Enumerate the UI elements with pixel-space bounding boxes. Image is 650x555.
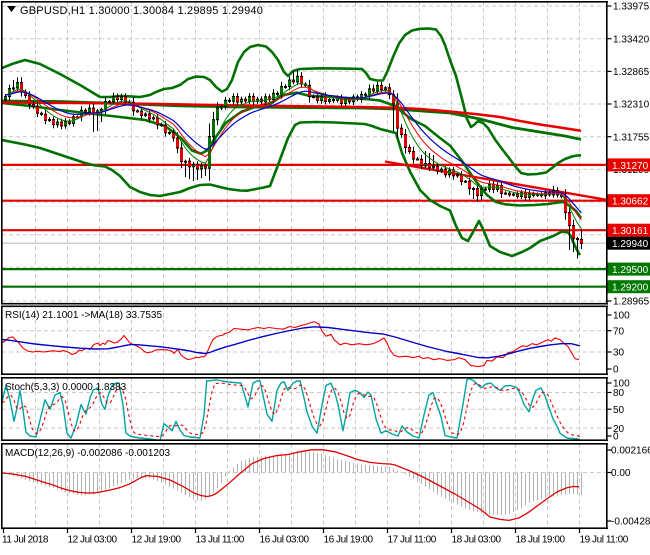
svg-text:1.28965: 1.28965: [613, 297, 650, 308]
svg-text:12 Jul 03:00: 12 Jul 03:00: [68, 535, 118, 546]
svg-text:1.33420: 1.33420: [613, 34, 650, 45]
svg-text:18 Jul 19:00: 18 Jul 19:00: [516, 535, 566, 546]
svg-text:1.29500: 1.29500: [612, 265, 649, 276]
svg-text:17 Jul 11:00: 17 Jul 11:00: [388, 535, 437, 546]
svg-text:19 Jul 11:00: 19 Jul 11:00: [580, 535, 629, 546]
svg-text:Stoch(5,3,3) 0.0000 1.8383: Stoch(5,3,3) 0.0000 1.8383: [5, 382, 127, 393]
svg-text:1.31755: 1.31755: [613, 132, 650, 143]
svg-text:80: 80: [613, 388, 625, 399]
svg-text:GBPUSD,H1 1.30000 1.30084 1.2: GBPUSD,H1 1.30000 1.30084 1.29895 1.2994…: [20, 5, 263, 17]
svg-text:70: 70: [613, 326, 625, 337]
svg-text:18 Jul 03:00: 18 Jul 03:00: [452, 535, 502, 546]
svg-text:1.31270: 1.31270: [612, 161, 649, 172]
svg-text:0.002166: 0.002166: [611, 446, 650, 457]
svg-text:16 Jul 03:00: 16 Jul 03:00: [260, 535, 310, 546]
svg-text:16 Jul 19:00: 16 Jul 19:00: [324, 535, 374, 546]
svg-text:13 Jul 11:00: 13 Jul 11:00: [196, 535, 245, 546]
svg-text:100: 100: [613, 311, 630, 322]
svg-text:1.32310: 1.32310: [613, 100, 650, 111]
svg-text:0: 0: [613, 432, 619, 443]
svg-text:11 Jul 2018: 11 Jul 2018: [2, 535, 49, 546]
svg-text:30: 30: [613, 348, 625, 359]
svg-text:1.32865: 1.32865: [613, 67, 650, 78]
svg-text:1.30161: 1.30161: [612, 226, 649, 237]
svg-text:-0.004287: -0.004287: [611, 517, 650, 528]
svg-text:50: 50: [613, 405, 625, 416]
svg-text:1.29200: 1.29200: [612, 283, 649, 294]
svg-text:MACD(12,26,9) -0.002086 -0.001: MACD(12,26,9) -0.002086 -0.001203: [5, 448, 171, 459]
svg-text:1.29940: 1.29940: [612, 239, 649, 250]
svg-text:1.33975: 1.33975: [613, 2, 650, 13]
svg-text:0.00: 0.00: [611, 468, 631, 479]
svg-text:1.30662: 1.30662: [612, 197, 649, 208]
svg-text:0: 0: [613, 365, 619, 376]
svg-text:12 Jul 19:00: 12 Jul 19:00: [132, 535, 182, 546]
svg-text:RSI(14) 21.1001 ->MA(18) 33.7: RSI(14) 21.1001 ->MA(18) 33.7535: [5, 310, 162, 321]
